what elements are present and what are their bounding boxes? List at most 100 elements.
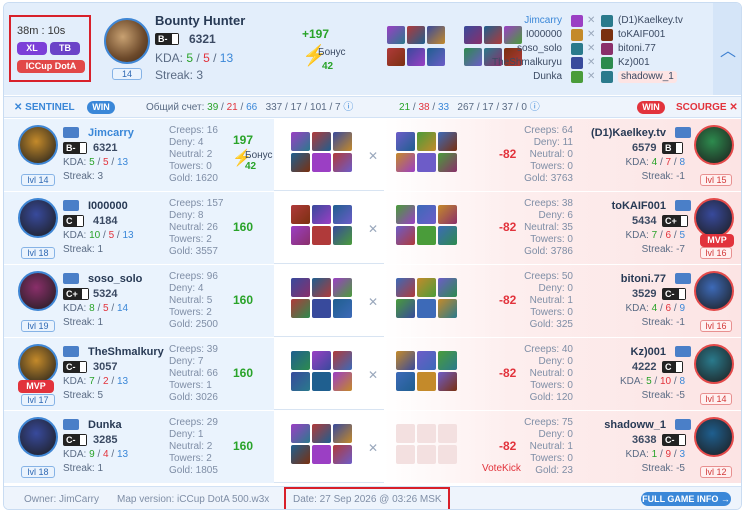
item-icon[interactable] bbox=[427, 26, 445, 44]
item-icon[interactable] bbox=[312, 299, 331, 318]
hero-portrait[interactable] bbox=[694, 344, 734, 384]
item-icon[interactable] bbox=[312, 278, 331, 297]
item-icon[interactable] bbox=[291, 424, 310, 443]
hero-portrait[interactable] bbox=[18, 271, 58, 311]
item-icon[interactable] bbox=[438, 153, 457, 172]
item-icon[interactable] bbox=[396, 424, 415, 443]
item-icon[interactable] bbox=[438, 132, 457, 151]
item-icon[interactable] bbox=[427, 48, 445, 66]
item-icon[interactable] bbox=[387, 26, 405, 44]
item-icon[interactable] bbox=[407, 48, 425, 66]
hero-portrait[interactable] bbox=[18, 417, 58, 457]
team-right-player[interactable]: (D1)Kaelkey.tv bbox=[618, 15, 683, 27]
item-icon[interactable] bbox=[387, 48, 405, 66]
player-name[interactable]: bitoni.77 bbox=[621, 273, 666, 285]
item-icon[interactable] bbox=[312, 205, 331, 224]
player-name[interactable]: Bounty Hunter bbox=[155, 14, 245, 27]
item-icon[interactable] bbox=[504, 26, 522, 44]
item-icon[interactable] bbox=[396, 153, 415, 172]
item-icon[interactable] bbox=[396, 351, 415, 370]
item-icon[interactable] bbox=[438, 445, 457, 464]
item-icon[interactable] bbox=[407, 26, 425, 44]
hero-portrait[interactable] bbox=[18, 344, 58, 384]
item-icon[interactable] bbox=[333, 278, 352, 297]
hero-portrait[interactable] bbox=[694, 125, 734, 165]
hero-portrait[interactable] bbox=[104, 18, 150, 64]
item-icon[interactable] bbox=[312, 226, 331, 245]
player-name[interactable]: Dunka bbox=[88, 419, 122, 431]
item-icon[interactable] bbox=[417, 351, 436, 370]
team-left-player[interactable]: I000000 bbox=[526, 29, 562, 41]
item-icon[interactable] bbox=[417, 299, 436, 318]
item-icon[interactable] bbox=[417, 278, 436, 297]
item-icon[interactable] bbox=[312, 424, 331, 443]
hero-portrait[interactable] bbox=[694, 271, 734, 311]
item-icon[interactable] bbox=[333, 299, 352, 318]
hero-portrait[interactable] bbox=[694, 198, 734, 238]
item-icon[interactable] bbox=[396, 372, 415, 391]
item-icon[interactable] bbox=[333, 372, 352, 391]
item-icon[interactable] bbox=[396, 299, 415, 318]
item-icon[interactable] bbox=[438, 372, 457, 391]
item-icon[interactable] bbox=[291, 226, 310, 245]
item-icon[interactable] bbox=[291, 445, 310, 464]
item-icon[interactable] bbox=[438, 299, 457, 318]
item-icon[interactable] bbox=[291, 153, 310, 172]
item-icon[interactable] bbox=[291, 351, 310, 370]
team-right-player[interactable]: toKAIF001 bbox=[618, 29, 665, 41]
player-name[interactable]: I000000 bbox=[88, 200, 128, 212]
hero-portrait[interactable] bbox=[18, 198, 58, 238]
item-icon[interactable] bbox=[396, 278, 415, 297]
item-icon[interactable] bbox=[312, 372, 331, 391]
item-icon[interactable] bbox=[291, 205, 310, 224]
item-icon[interactable] bbox=[333, 205, 352, 224]
item-icon[interactable] bbox=[312, 132, 331, 151]
item-icon[interactable] bbox=[438, 205, 457, 224]
item-icon[interactable] bbox=[396, 205, 415, 224]
item-icon[interactable] bbox=[484, 26, 502, 44]
item-icon[interactable] bbox=[417, 372, 436, 391]
item-icon[interactable] bbox=[396, 445, 415, 464]
hero-portrait[interactable] bbox=[694, 417, 734, 457]
hero-portrait[interactable] bbox=[18, 125, 58, 165]
item-icon[interactable] bbox=[333, 424, 352, 443]
item-icon[interactable] bbox=[333, 132, 352, 151]
item-icon[interactable] bbox=[417, 153, 436, 172]
item-icon[interactable] bbox=[438, 226, 457, 245]
item-icon[interactable] bbox=[417, 226, 436, 245]
item-icon[interactable] bbox=[396, 132, 415, 151]
collapse-button[interactable]: ︿ bbox=[713, 3, 741, 95]
team-left-player[interactable]: Dunka bbox=[533, 71, 562, 83]
player-name[interactable]: (D1)Kaelkey.tv bbox=[591, 127, 666, 139]
item-icon[interactable] bbox=[333, 351, 352, 370]
item-icon[interactable] bbox=[312, 153, 331, 172]
team-left-player[interactable]: TheShmalkuryu bbox=[492, 57, 562, 69]
item-icon[interactable] bbox=[291, 278, 310, 297]
item-icon[interactable] bbox=[291, 132, 310, 151]
item-icon[interactable] bbox=[312, 351, 331, 370]
item-icon[interactable] bbox=[438, 278, 457, 297]
full-game-info-button[interactable]: FULL GAME INFO → bbox=[641, 492, 731, 506]
player-name[interactable]: shadoww_1 bbox=[604, 419, 666, 431]
team-left-player[interactable]: Jimcarry bbox=[524, 15, 562, 27]
team-right-player[interactable]: bitoni.77 bbox=[618, 43, 656, 55]
item-icon[interactable] bbox=[438, 351, 457, 370]
item-icon[interactable] bbox=[417, 445, 436, 464]
team-right-player[interactable]: Kz)001 bbox=[618, 57, 650, 69]
team-left-player[interactable]: soso_solo bbox=[517, 43, 562, 55]
player-name[interactable]: TheShmalkury bbox=[88, 346, 164, 358]
item-icon[interactable] bbox=[312, 445, 331, 464]
item-icon[interactable] bbox=[464, 48, 482, 66]
player-name[interactable]: Kz)001 bbox=[631, 346, 666, 358]
item-icon[interactable] bbox=[417, 205, 436, 224]
player-name[interactable]: Jimcarry bbox=[88, 127, 134, 139]
item-icon[interactable] bbox=[333, 445, 352, 464]
player-name[interactable]: soso_solo bbox=[88, 273, 142, 285]
item-icon[interactable] bbox=[396, 226, 415, 245]
item-icon[interactable] bbox=[291, 299, 310, 318]
item-icon[interactable] bbox=[438, 424, 457, 443]
item-icon[interactable] bbox=[333, 153, 352, 172]
team-right-player[interactable]: shadoww_1 bbox=[618, 71, 677, 83]
item-icon[interactable] bbox=[291, 372, 310, 391]
player-name[interactable]: toKAIF001 bbox=[612, 200, 666, 212]
